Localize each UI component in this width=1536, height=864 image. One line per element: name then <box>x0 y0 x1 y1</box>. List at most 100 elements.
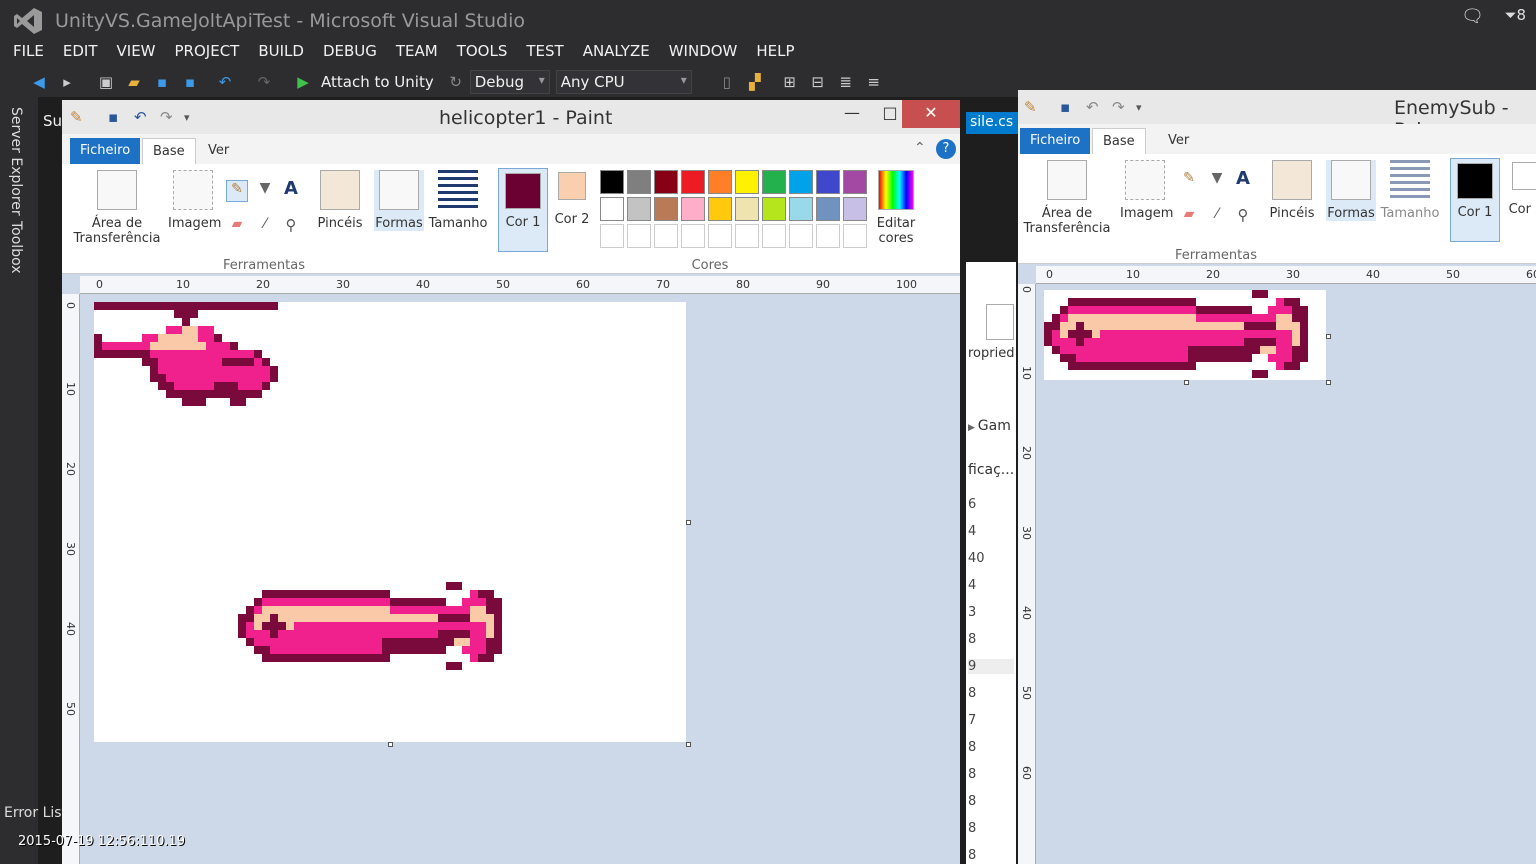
error-list-tab[interactable]: Error List <box>4 805 67 821</box>
close-button[interactable]: ✕ <box>902 100 960 128</box>
fill-icon[interactable]: ▼ <box>254 180 276 202</box>
palette-swatch[interactable] <box>627 197 651 221</box>
color-picker-icon[interactable]: ⁄ <box>1206 206 1228 228</box>
palette-swatch[interactable] <box>600 170 624 194</box>
tab-file[interactable]: Ficheiro <box>70 138 141 164</box>
resize-handle[interactable] <box>388 742 393 747</box>
clipboard-button[interactable]: Área de Transferência <box>70 170 164 246</box>
align-icon[interactable]: ⊞ <box>779 71 801 93</box>
save-icon[interactable]: ▪ <box>108 108 118 126</box>
palette-swatch[interactable] <box>708 224 732 248</box>
layout-icon[interactable]: ⊟ <box>807 71 829 93</box>
play-icon[interactable]: ▶ <box>292 71 314 93</box>
palette-swatch[interactable] <box>654 170 678 194</box>
paint-canvas[interactable] <box>94 302 686 742</box>
palette-swatch[interactable] <box>600 197 624 221</box>
menu-view[interactable]: VIEW <box>104 40 162 64</box>
tab-file[interactable]: Ficheiro <box>1020 128 1091 154</box>
server-explorer-tab[interactable]: Server Explorer <box>8 107 24 216</box>
outdent-icon[interactable]: ≡ <box>863 71 885 93</box>
palette-swatch[interactable] <box>789 197 813 221</box>
tab-home[interactable]: Base <box>1092 128 1146 154</box>
menu-test[interactable]: TEST <box>513 40 569 64</box>
palette-swatch[interactable] <box>762 170 786 194</box>
tree-item-game[interactable]: ▶ Gam <box>968 418 1011 434</box>
resize-handle[interactable] <box>686 742 691 747</box>
doc-tab-partial[interactable]: Su <box>43 112 62 130</box>
palette-swatch[interactable] <box>816 224 840 248</box>
resize-handle[interactable] <box>1184 380 1189 385</box>
palette-swatch[interactable] <box>708 170 732 194</box>
help-icon[interactable]: ? <box>936 139 956 159</box>
menu-project[interactable]: PROJECT <box>162 40 246 64</box>
palette-swatch[interactable] <box>735 170 759 194</box>
refresh-icon[interactable]: ↻ <box>445 71 467 93</box>
resize-handle[interactable] <box>1326 380 1331 385</box>
menu-file[interactable]: FILE <box>0 40 50 64</box>
resize-handle[interactable] <box>1326 334 1331 339</box>
menu-team[interactable]: TEAM <box>383 40 444 64</box>
size-button[interactable]: Tamanho <box>1378 160 1442 221</box>
magnifier-icon[interactable]: ⚲ <box>1232 206 1254 228</box>
edit-colors-button[interactable]: Editar cores <box>870 170 922 246</box>
forward-icon[interactable]: ▸ <box>56 71 78 93</box>
indent-icon[interactable]: ≣ <box>835 71 857 93</box>
undo-icon[interactable]: ↶ <box>1086 98 1099 116</box>
palette-swatch[interactable] <box>816 170 840 194</box>
menu-build[interactable]: BUILD <box>245 40 310 64</box>
redo-icon[interactable]: ↷ <box>1112 98 1125 116</box>
palette-swatch[interactable] <box>681 170 705 194</box>
palette-swatch[interactable] <box>681 224 705 248</box>
pencil-icon[interactable]: ✎ <box>1178 170 1200 192</box>
new-project-icon[interactable]: ▣ <box>95 71 117 93</box>
paint-app-icon[interactable]: ✎ <box>1024 98 1037 116</box>
menu-analyze[interactable]: ANALYZE <box>570 40 656 64</box>
properties-icon[interactable] <box>986 304 1014 340</box>
paint-canvas[interactable] <box>1044 290 1326 380</box>
platform-dropdown[interactable]: Any CPU <box>555 70 692 94</box>
brushes-button[interactable]: Pincéis <box>1268 160 1316 221</box>
palette-swatch[interactable] <box>681 197 705 221</box>
text-icon[interactable]: A <box>1232 168 1254 190</box>
text-icon[interactable]: A <box>280 178 302 200</box>
open-folder-icon[interactable]: ▰ <box>123 71 145 93</box>
palette-swatch[interactable] <box>735 224 759 248</box>
resize-handle[interactable] <box>686 520 691 525</box>
pencil-icon[interactable]: ✎ <box>226 180 248 202</box>
palette-swatch[interactable] <box>627 224 651 248</box>
minimize-button[interactable]: — <box>830 100 874 128</box>
color2-button[interactable]: Cor 2 <box>1508 162 1536 217</box>
paint-app-icon[interactable]: ✎ <box>70 108 83 126</box>
notification-filter[interactable]: ⏷8 <box>1504 6 1526 24</box>
palette-swatch[interactable] <box>843 224 867 248</box>
redo-icon[interactable]: ↷ <box>160 108 173 126</box>
palette-swatch[interactable] <box>708 197 732 221</box>
customize-qat-icon[interactable]: ▾ <box>184 111 190 124</box>
menu-debug[interactable]: DEBUG <box>310 40 383 64</box>
magnifier-icon[interactable]: ⚲ <box>280 216 302 238</box>
save-icon[interactable]: ▪ <box>151 71 173 93</box>
find-in-files-icon[interactable]: ▞ <box>744 71 766 93</box>
undo-icon[interactable]: ↶ <box>214 71 236 93</box>
palette-swatch[interactable] <box>816 197 840 221</box>
customize-qat-icon[interactable]: ▾ <box>1136 101 1142 114</box>
menu-help[interactable]: HELP <box>743 40 800 64</box>
palette-swatch[interactable] <box>843 197 867 221</box>
save-all-icon[interactable]: ▪ <box>179 71 201 93</box>
configuration-dropdown[interactable]: Debug <box>469 70 550 94</box>
palette-swatch[interactable] <box>789 224 813 248</box>
palette-swatch[interactable] <box>735 197 759 221</box>
back-icon[interactable]: ◀ <box>28 71 50 93</box>
palette-swatch[interactable] <box>789 170 813 194</box>
eraser-icon[interactable]: ▰ <box>226 216 248 238</box>
color1-button[interactable]: Cor 1 <box>498 168 548 252</box>
image-button[interactable]: Imagem <box>1120 160 1173 221</box>
properties-label[interactable]: ropried <box>968 346 1014 361</box>
palette-swatch[interactable] <box>762 197 786 221</box>
attach-to-unity-button[interactable]: Attach to Unity <box>321 73 434 91</box>
tab-view[interactable]: Ver <box>198 138 239 164</box>
palette-swatch[interactable] <box>600 224 624 248</box>
image-button[interactable]: Imagem <box>168 170 221 231</box>
brushes-button[interactable]: Pincéis <box>316 170 364 231</box>
undo-icon[interactable]: ↶ <box>134 108 147 126</box>
